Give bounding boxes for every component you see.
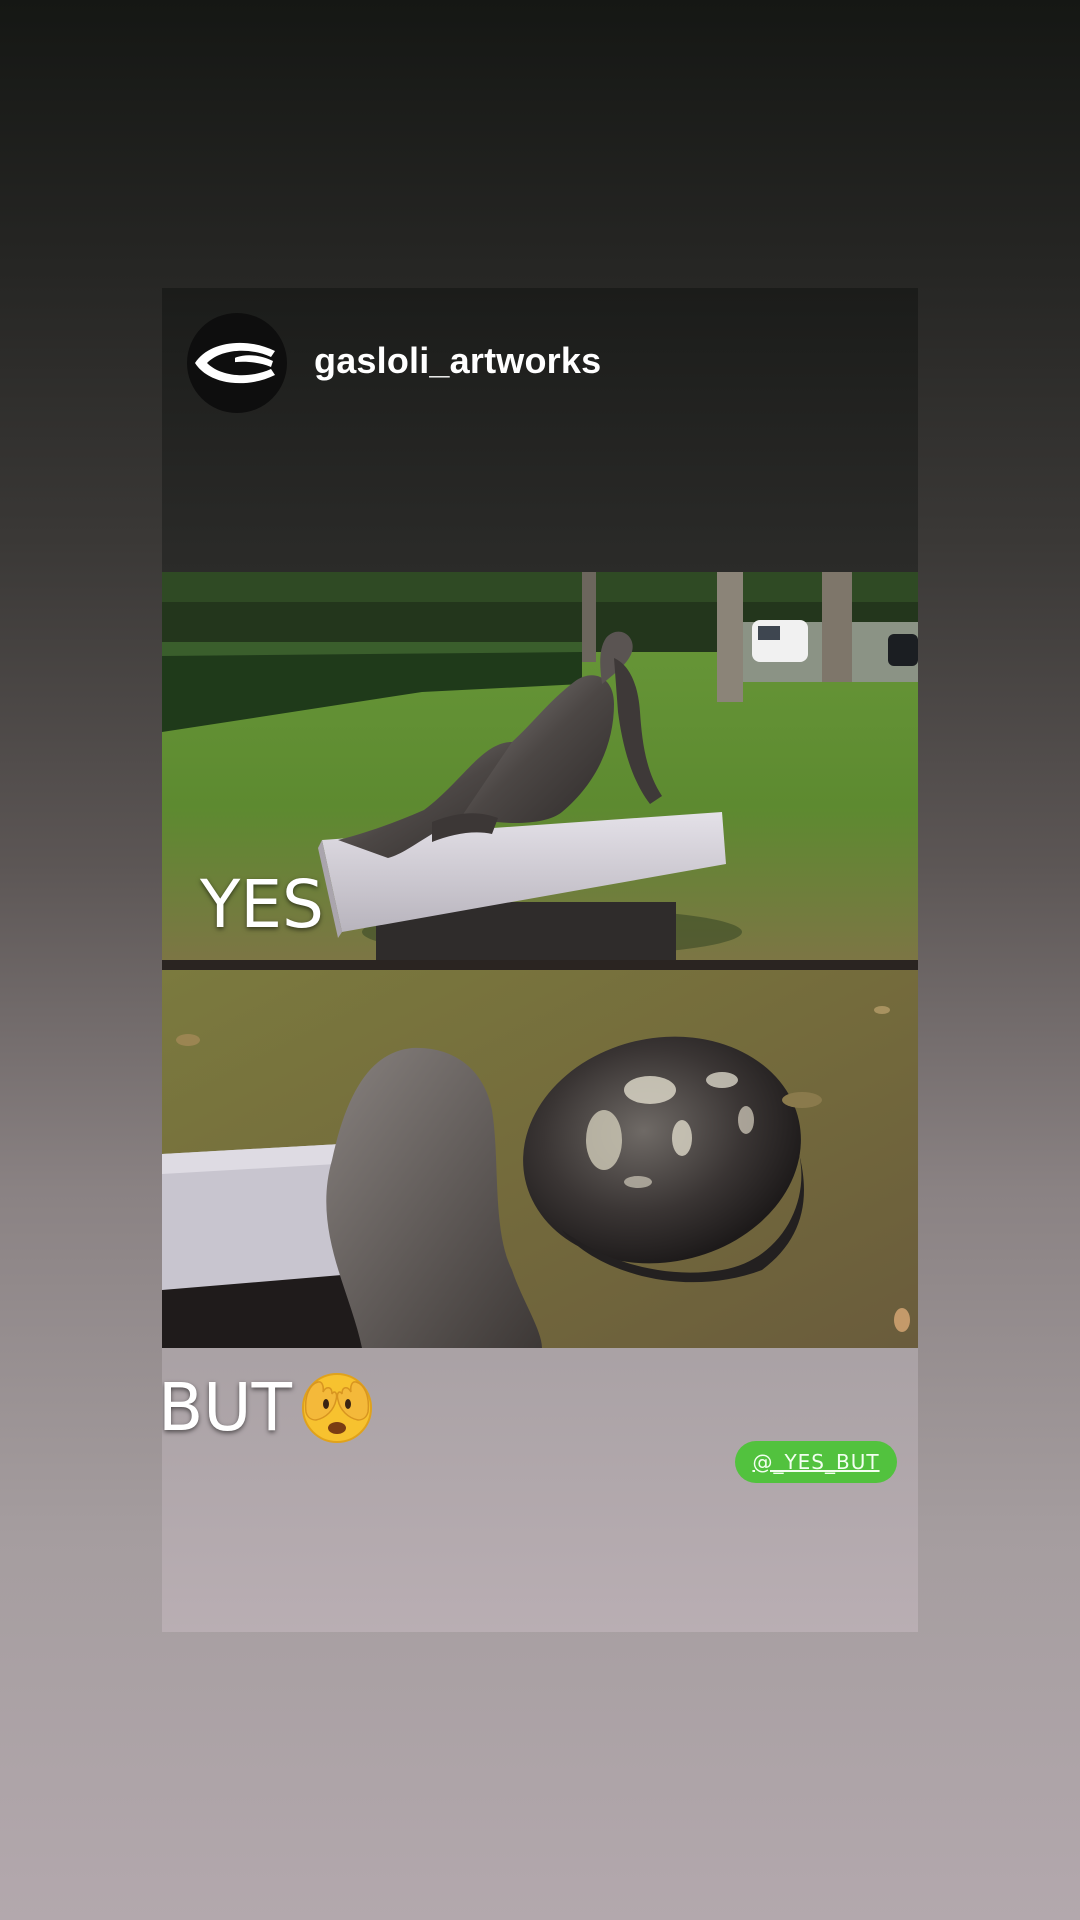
mention-sticker[interactable]: @_YES_BUT — [735, 1441, 897, 1483]
image-divider — [162, 960, 918, 970]
gasloli-logo-icon — [195, 342, 275, 384]
username[interactable]: gasloli_artworks — [314, 340, 601, 382]
caption-yes: YES — [200, 866, 324, 943]
story-header: gasloli_artworks — [162, 288, 918, 572]
avatar[interactable] — [187, 313, 287, 413]
face-with-hands-over-eyes-icon — [301, 1373, 372, 1443]
caption-but: BUT — [162, 1366, 378, 1448]
photo-statue-head-on-ground — [162, 970, 918, 1348]
story-card: gasloli_artworks YES BUT @_YES_BUT — [162, 288, 918, 1632]
caption-but-text: BUT — [162, 1368, 292, 1446]
